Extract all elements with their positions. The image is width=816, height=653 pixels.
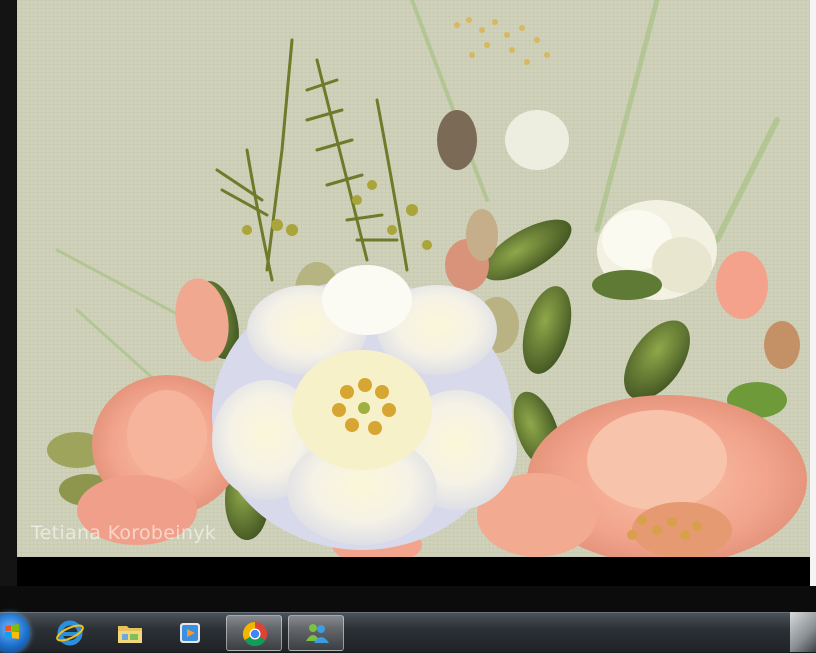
taskbar-tray-edge — [790, 612, 816, 652]
internet-explorer-icon — [56, 620, 84, 646]
windows-live-messenger-icon — [306, 624, 329, 643]
chrome-icon — [242, 622, 268, 647]
taskbar-messenger-button[interactable] — [288, 615, 344, 651]
taskbar-explorer-button[interactable] — [102, 615, 158, 651]
taskbar-chrome-button[interactable] — [226, 615, 282, 651]
photo-watermark: Tetiana Korobeinyk — [31, 522, 217, 544]
viewer-bottom-bar — [17, 557, 810, 586]
media-player-icon — [180, 623, 200, 643]
left-window-edge — [0, 0, 17, 586]
file-explorer-icon — [118, 626, 142, 643]
white-rose — [212, 265, 517, 550]
windows-start-orb-icon[interactable] — [0, 613, 30, 653]
right-window-edge — [810, 0, 816, 586]
embroidery-photo: Tetiana Korobeinyk — [17, 0, 810, 557]
photo-artwork — [17, 0, 810, 557]
taskbar — [0, 612, 816, 653]
taskbar-ie-button[interactable] — [42, 615, 98, 651]
taskbar-media-player-button[interactable] — [162, 615, 218, 651]
desktop-strip — [0, 586, 816, 612]
